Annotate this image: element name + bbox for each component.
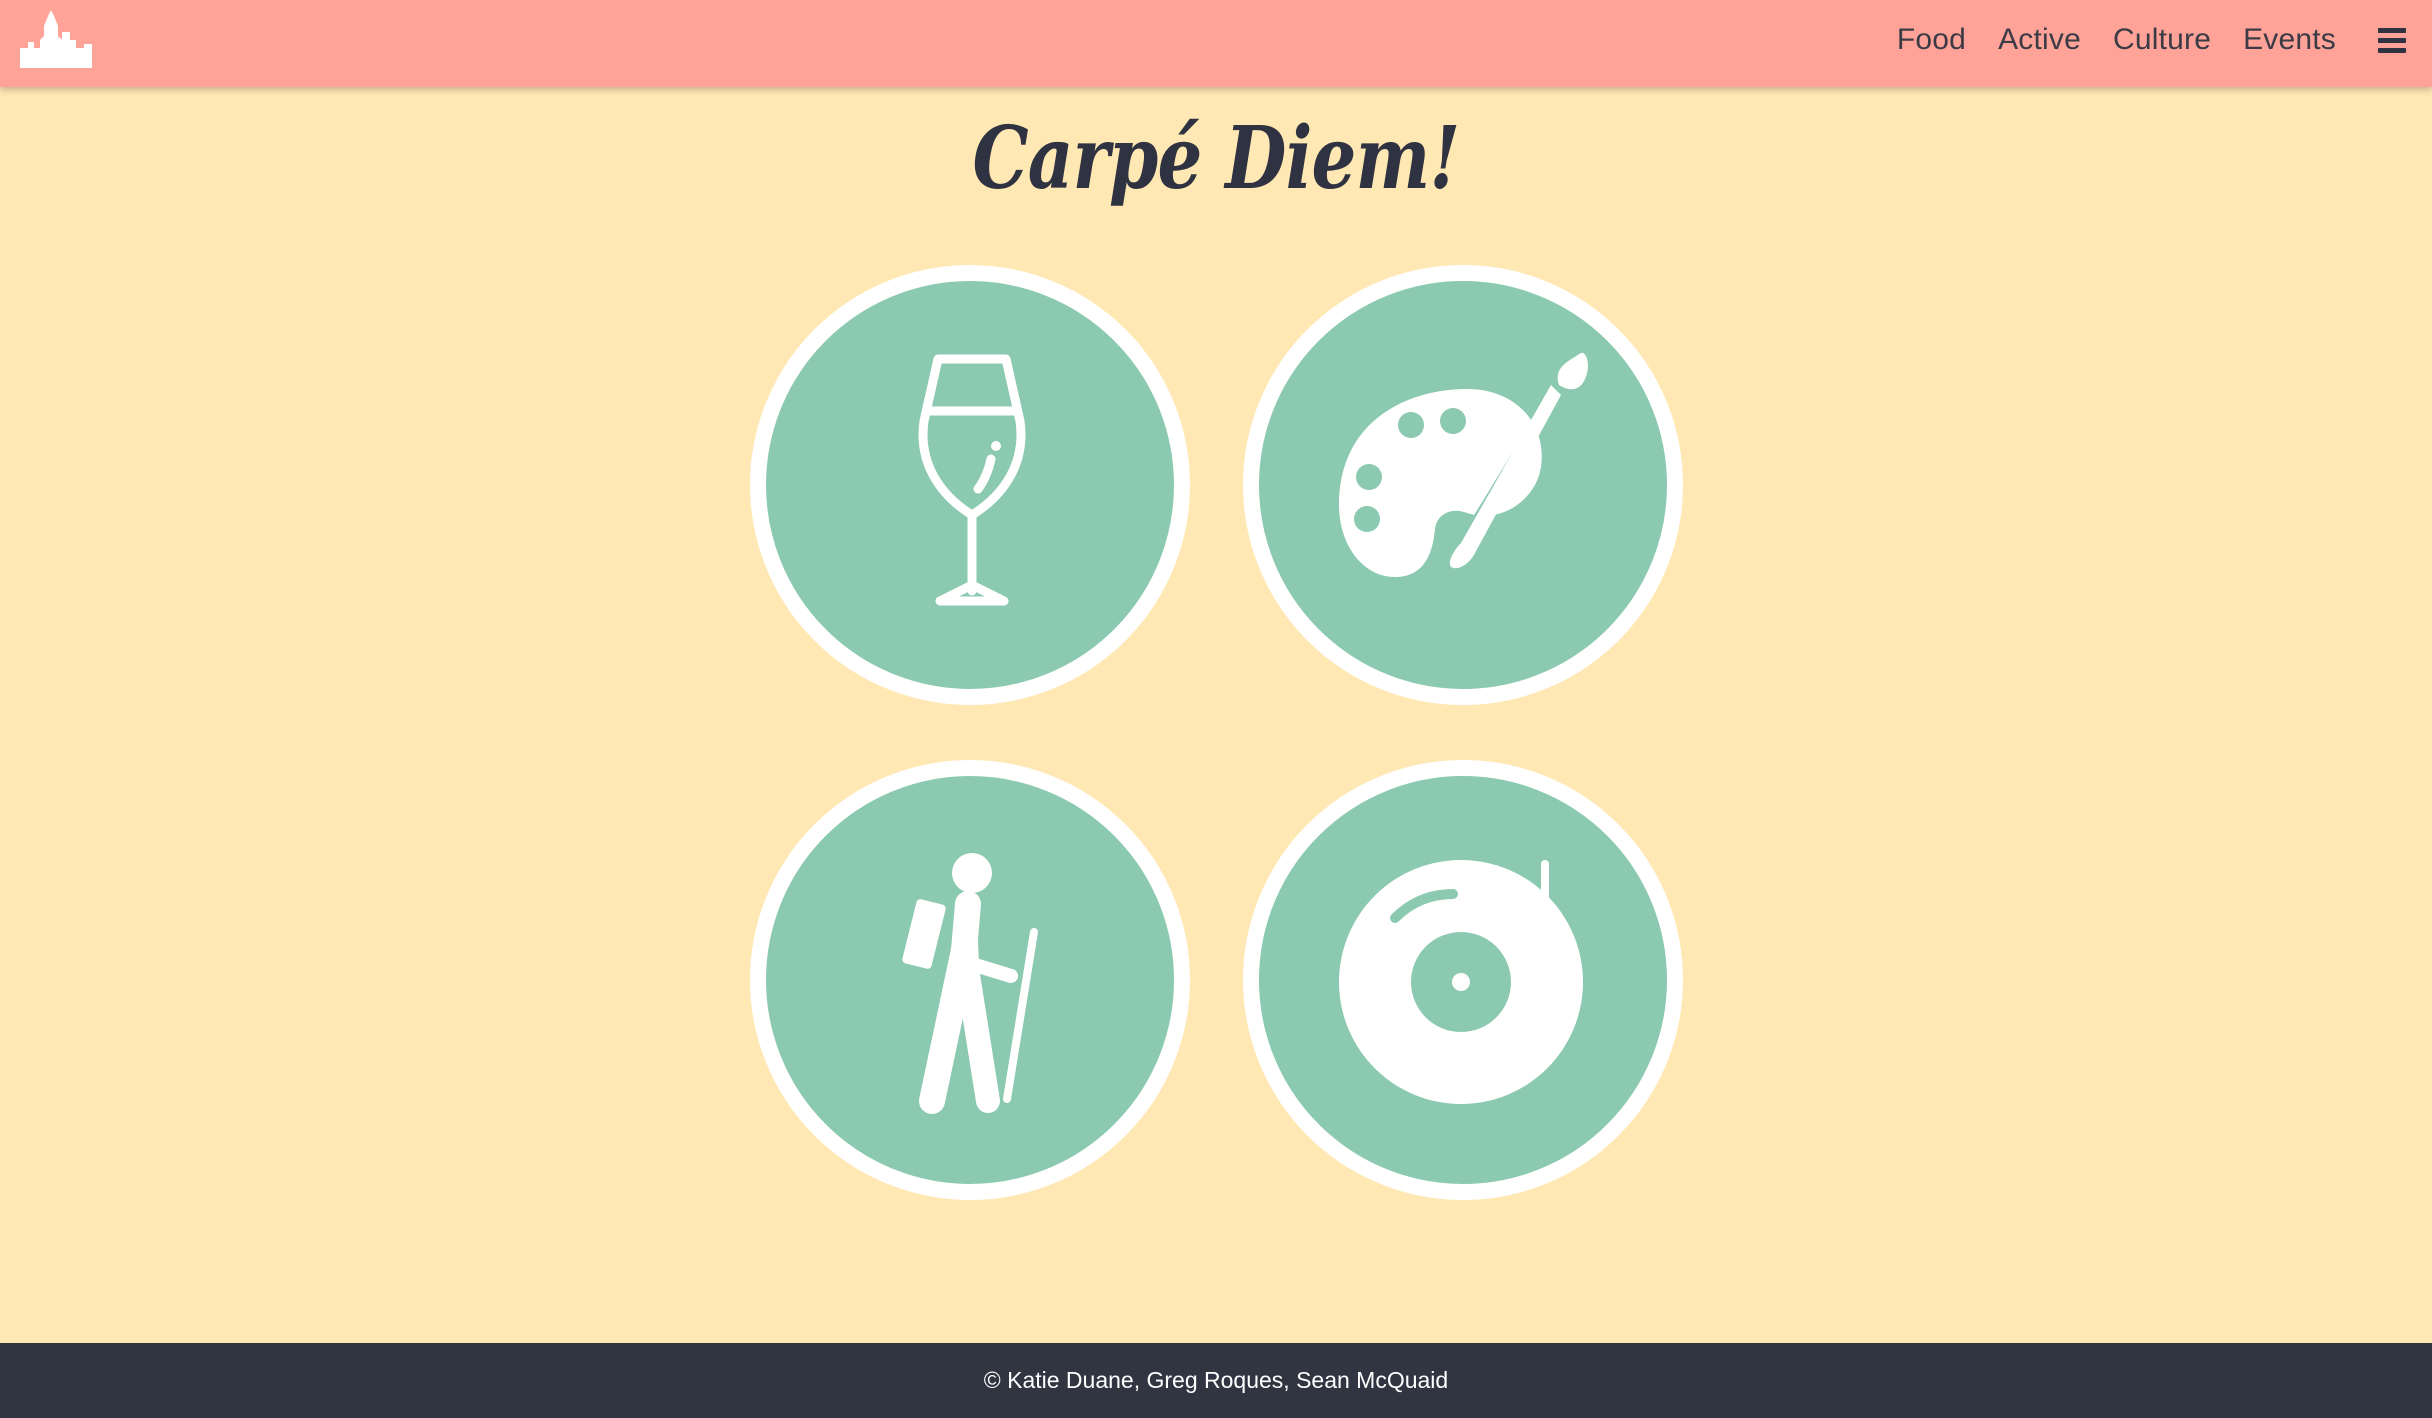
food-category-button[interactable] — [750, 265, 1190, 705]
footer-copyright: © Katie Duane, Greg Roques, Sean McQuaid — [983, 1367, 1449, 1393]
hiker-icon — [902, 853, 1038, 1114]
nav-links: Food Active Culture Events — [1865, 0, 2336, 80]
footer: © Katie Duane, Greg Roques, Sean McQuaid — [0, 1343, 2432, 1418]
record-player-icon — [1339, 856, 1589, 1104]
nav-link-active[interactable]: Active — [1998, 23, 2081, 57]
active-category-button[interactable] — [750, 760, 1190, 1200]
nav-link-events[interactable]: Events — [2243, 23, 2336, 57]
nav-link-culture[interactable]: Culture — [2113, 23, 2211, 57]
page-title: Carpé Diem! — [972, 108, 1460, 209]
wine-glass-icon — [918, 354, 1026, 606]
nav-link-food[interactable]: Food — [1897, 23, 1966, 57]
culture-category-button[interactable] — [1243, 265, 1683, 705]
palette-brush-icon — [1339, 352, 1588, 577]
hamburger-menu-icon[interactable] — [2378, 28, 2406, 54]
top-navbar: Food Active Culture Events — [0, 0, 2432, 87]
city-skyline-icon[interactable] — [20, 10, 92, 68]
events-category-button[interactable] — [1243, 760, 1683, 1200]
